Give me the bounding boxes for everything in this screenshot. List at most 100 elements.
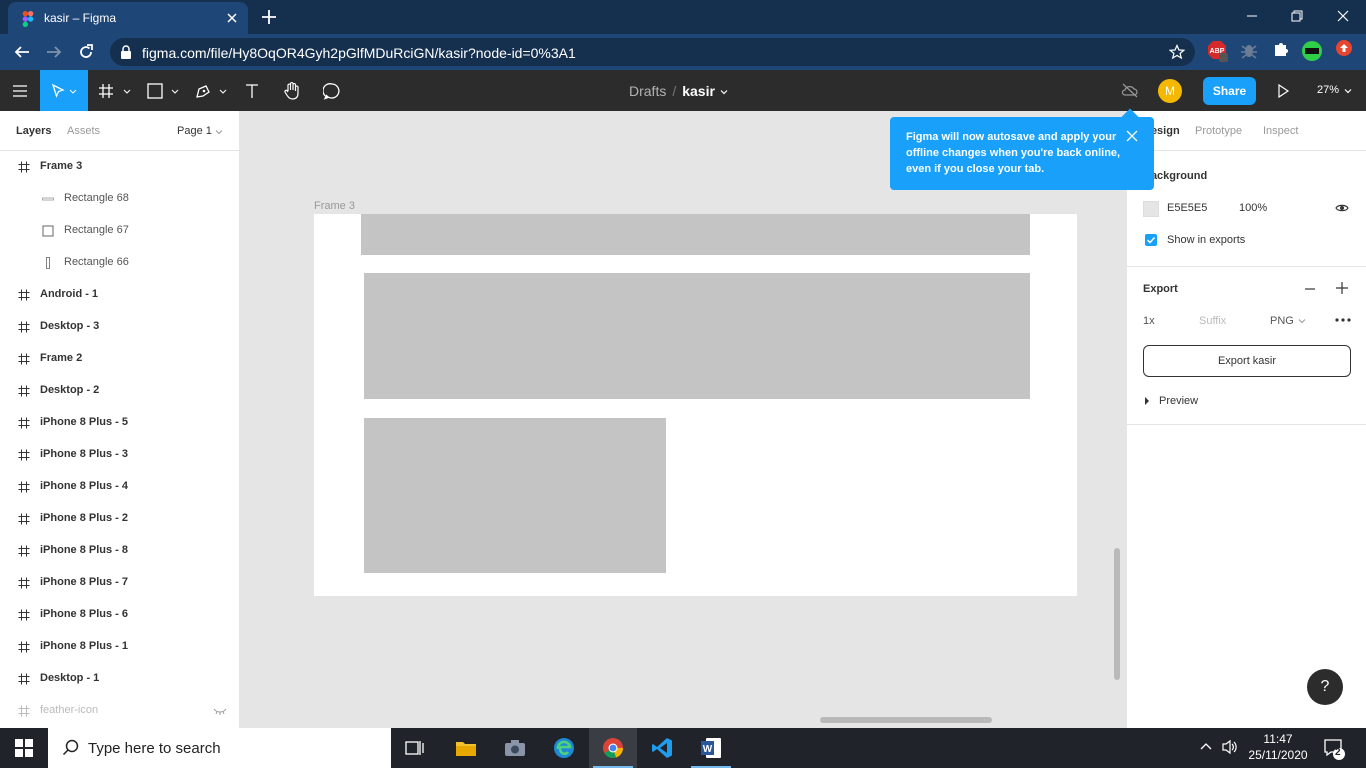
close-tab-icon[interactable] (224, 10, 240, 26)
hand-tool-button[interactable] (278, 70, 306, 111)
layer-row[interactable]: iPhone 8 Plus - 5 (0, 407, 240, 439)
browser-tab[interactable]: kasir – Figma (8, 2, 248, 34)
format-chevron-icon[interactable] (1298, 317, 1306, 325)
layer-row[interactable]: Rectangle 67 (0, 215, 240, 247)
main-menu-icon[interactable] (0, 70, 40, 111)
forward-icon[interactable] (45, 43, 63, 61)
file-name[interactable]: kasir (682, 83, 715, 99)
profile-avatar-icon[interactable] (1301, 40, 1323, 62)
offline-cloud-icon[interactable] (1121, 82, 1139, 98)
hidden-eye-icon[interactable] (213, 707, 227, 715)
move-tool-button[interactable] (40, 70, 88, 111)
horizontal-scrollbar[interactable] (820, 717, 992, 723)
layer-row[interactable]: Rectangle 68 (0, 183, 240, 215)
layer-row[interactable]: iPhone 8 Plus - 3 (0, 439, 240, 471)
volume-icon[interactable] (1221, 739, 1239, 755)
restore-icon[interactable] (1289, 8, 1305, 24)
taskbar-search-box[interactable]: Type here to search (48, 728, 391, 768)
layer-row[interactable]: iPhone 8 Plus - 7 (0, 567, 240, 599)
export-format-select[interactable]: PNG (1270, 315, 1294, 327)
file-explorer-button[interactable] (442, 728, 490, 768)
remove-export-icon[interactable] (1304, 283, 1316, 295)
camera-app-button[interactable] (491, 728, 539, 768)
frame-label[interactable]: Frame 3 (314, 200, 355, 212)
tab-prototype[interactable]: Prototype (1195, 125, 1242, 137)
pen-tool-button[interactable] (192, 70, 232, 111)
shape-tool-button[interactable] (144, 70, 184, 111)
address-bar[interactable]: figma.com/file/Hy8OqOR4Gyh2pGlfMDuRciGN/… (110, 38, 1195, 66)
text-tool-button[interactable] (240, 70, 264, 111)
comment-tool-button[interactable] (318, 70, 346, 111)
file-menu-chevron-icon[interactable] (719, 87, 729, 97)
share-button[interactable]: Share (1203, 77, 1256, 105)
chrome-browser-button[interactable] (589, 728, 637, 768)
close-toast-icon[interactable] (1126, 130, 1138, 142)
tab-layers[interactable]: Layers (16, 125, 51, 137)
show-in-exports-checkbox[interactable] (1145, 234, 1157, 246)
layer-row[interactable]: Frame 2 (0, 343, 240, 375)
layer-row[interactable]: iPhone 8 Plus - 4 (0, 471, 240, 503)
start-button[interactable] (0, 728, 48, 768)
layer-row[interactable]: iPhone 8 Plus - 8 (0, 535, 240, 567)
system-clock[interactable]: 11:47 25/11/2020 (1248, 731, 1308, 763)
help-button[interactable]: ? (1307, 669, 1343, 705)
preview-toggle[interactable]: Preview (1159, 395, 1198, 407)
layer-row[interactable]: iPhone 8 Plus - 1 (0, 631, 240, 663)
rectangle-68[interactable] (361, 214, 1030, 255)
rectangle-67[interactable] (364, 273, 1030, 399)
extensions-puzzle-icon[interactable] (1272, 40, 1290, 58)
background-opacity[interactable]: 100% (1239, 202, 1267, 214)
rectangle-66[interactable] (364, 418, 666, 573)
layer-row[interactable]: Frame 3 (0, 151, 240, 183)
layer-row[interactable]: Desktop - 1 (0, 663, 240, 695)
breadcrumb-drafts[interactable]: Drafts (629, 83, 666, 99)
back-icon[interactable] (13, 43, 31, 61)
background-hex-value[interactable]: E5E5E5 (1167, 202, 1207, 214)
edge-browser-button[interactable] (540, 728, 588, 768)
layer-row[interactable]: Desktop - 3 (0, 311, 240, 343)
export-suffix-input[interactable]: Suffix (1199, 315, 1226, 327)
zoom-level[interactable]: 27% (1317, 84, 1339, 96)
url-text[interactable]: figma.com/file/Hy8OqOR4Gyh2pGlfMDuRciGN/… (142, 45, 576, 61)
user-avatar[interactable]: M (1158, 79, 1182, 103)
bookmark-star-icon[interactable] (1169, 44, 1185, 60)
minimize-icon[interactable] (1244, 8, 1260, 24)
layer-row[interactable]: Desktop - 2 (0, 375, 240, 407)
design-canvas[interactable]: Frame 3 (241, 111, 1126, 728)
layer-row[interactable]: iPhone 8 Plus - 6 (0, 599, 240, 631)
adblock-extension-icon[interactable]: ABP (1207, 40, 1229, 62)
more-options-icon[interactable] (1335, 318, 1351, 322)
present-play-icon[interactable] (1276, 83, 1290, 99)
layer-row[interactable]: Rectangle 66 (0, 247, 240, 279)
taskbar-search-placeholder[interactable]: Type here to search (88, 740, 221, 757)
tab-inspect[interactable]: Inspect (1263, 125, 1298, 137)
lock-icon[interactable] (120, 45, 132, 59)
tab-assets[interactable]: Assets (67, 125, 100, 137)
bug-extension-icon[interactable] (1240, 40, 1258, 60)
show-hidden-icons-chevron[interactable] (1199, 741, 1213, 751)
frame-hash-icon (18, 705, 30, 717)
layer-row[interactable]: feather-icon (0, 695, 240, 727)
new-tab-icon[interactable] (260, 8, 278, 26)
reload-icon[interactable] (77, 43, 95, 61)
page-selector[interactable]: Page 1 (177, 125, 212, 137)
update-arrow-icon[interactable] (1336, 40, 1352, 56)
zoom-chevron-icon[interactable] (1343, 86, 1353, 96)
task-view-button[interactable] (391, 728, 439, 768)
notification-center-icon[interactable] (1323, 738, 1345, 760)
layer-row[interactable]: Android - 1 (0, 279, 240, 311)
vscode-button[interactable] (638, 728, 686, 768)
word-button[interactable]: W (687, 728, 735, 768)
vertical-scrollbar[interactable] (1114, 548, 1120, 680)
visibility-eye-icon[interactable] (1335, 203, 1349, 213)
background-color-swatch[interactable] (1143, 201, 1159, 217)
layer-row[interactable]: iPhone 8 Plus - 2 (0, 503, 240, 535)
export-scale[interactable]: 1x (1143, 315, 1155, 327)
frame-3[interactable] (314, 214, 1077, 596)
preview-caret-icon[interactable] (1144, 397, 1150, 405)
add-export-icon[interactable] (1336, 282, 1348, 294)
page-chevron-icon[interactable] (215, 128, 223, 136)
close-window-icon[interactable] (1335, 8, 1351, 24)
export-button[interactable]: Export kasir (1143, 345, 1351, 377)
frame-tool-button[interactable] (96, 70, 136, 111)
